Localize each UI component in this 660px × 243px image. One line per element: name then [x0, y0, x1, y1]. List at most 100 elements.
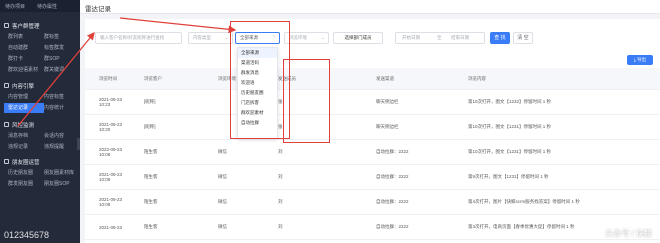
end-date[interactable]: 结束日期 [451, 33, 469, 43]
cell-channel: 自动拉群：2222 [376, 149, 409, 154]
env-select[interactable]: 浏览环境 ⌄ [284, 32, 329, 44]
cell-channel: 自动拉群：2222 [376, 174, 409, 179]
cell-member: 刘 [278, 174, 283, 179]
sidebar-item[interactable]: 内容管理 [8, 93, 44, 100]
sidebar-section-moments[interactable]: 朋友圈运营 [0, 156, 80, 167]
export-button[interactable]: ⤓ 导出 [627, 55, 653, 65]
main-card: 输入客户名称/好友昵称进行查找 内容类型 ⌄ 全部来源 ⌃ 浏览环境 ⌄ 选择部门成员… [85, 19, 660, 243]
col-view-time: 浏览时间 [99, 75, 117, 81]
start-date[interactable]: 开始日期 [402, 33, 420, 43]
sidebar-item[interactable]: 违规提醒 [44, 143, 80, 150]
table-header: 浏览时间 浏览客户 浏览环境 发送成员 发送渠道 浏览内容 [85, 68, 660, 90]
chevron-down-icon: ⌄ [320, 35, 325, 41]
cell-date: 2021-09-23 [99, 224, 123, 230]
sidebar-item-todo-attr[interactable]: 待办属性 [37, 3, 57, 10]
sidebar-item[interactable]: 内容统计 [44, 104, 80, 111]
chevron-down-icon: ⌄ [224, 35, 229, 41]
search-input[interactable]: 输入客户名称/好友昵称进行查找 [95, 32, 182, 44]
sidebar-item-radar-active[interactable]: 雷达记录 [4, 102, 44, 113]
group-icon [4, 23, 9, 28]
cell-channel: 自动拉群：2222 [376, 224, 409, 229]
table-row[interactable]: 2021-09-23 10:08 陌生客 微信 刘 自动拉群：2222 第4次打开，图片【快… [85, 190, 660, 215]
search-button[interactable]: 查 找 [490, 32, 510, 44]
cell-content: 第4次打开，图片【快鲸scrm服务找答案】停留时间 1 秒 [468, 199, 580, 204]
col-customer: 浏览客户 [144, 75, 162, 81]
sidebar-collapse-handle[interactable] [77, 138, 80, 150]
cell-view-time: 2021-09-23 10:20 [85, 122, 144, 132]
cell-time: 10:08 [99, 177, 111, 182]
sidebar-item[interactable]: 群关键词 [44, 66, 80, 73]
cell-view-time: 2021-09-23 10:08 [85, 172, 144, 182]
sidebar-item-todo-project[interactable]: 待办项目 [5, 3, 25, 10]
sidebar-item[interactable]: 群发朋友圈 [8, 180, 44, 187]
moments-icon [4, 159, 9, 164]
sidebar-item[interactable]: 群列表 [8, 33, 44, 40]
date-range-picker[interactable]: 开始日期 至 结束日期 [395, 32, 485, 44]
sidebar-item[interactable]: 群欢迎语素材 [8, 66, 44, 73]
cell-env: 微信 [218, 199, 227, 204]
cell-env: 微信 [218, 149, 227, 154]
cell-content: 第10次打开，图文【1231】停留时间 1 秒 [468, 149, 552, 154]
cell-member: 刘 [278, 224, 283, 229]
cell-channel: 聊天侧边栏 [376, 99, 399, 104]
sidebar: 待办项目 待办属性 客户群管理 群列表 群标签 自动建群 标签群发 群打卡 群SOP … [0, 0, 80, 243]
cell-view-time: 2021-09-23 10:08 [85, 197, 144, 207]
sidebar-item[interactable]: 群标签 [44, 33, 80, 40]
sidebar-item[interactable]: 历史朋友圈 [8, 169, 44, 176]
cell-customer: 陌生客 [144, 199, 158, 204]
annotation-box-channel [230, 21, 290, 139]
cell-content: 第10次打开，图文【1232】停留时间 1 秒 [468, 99, 552, 104]
tab-radar-record[interactable]: 雷达记录 [85, 3, 111, 13]
cell-channel: 自动拉群：2222 [376, 199, 409, 204]
sidebar-section-group[interactable]: 客户群管理 [0, 20, 80, 31]
topbar: 雷达记录 [80, 0, 660, 14]
cell-member: 刘 [278, 149, 283, 154]
cell-content: 第9次打开，图文【1231】停留时间 1 秒 [468, 174, 549, 179]
cell-customer: [昵称] [144, 124, 156, 129]
watermark-left: 012345678 [4, 230, 50, 240]
cell-customer: [昵称] [144, 99, 156, 104]
cell-time: 10:08 [99, 152, 111, 157]
content-type-select[interactable]: 内容类型 ⌄ [188, 32, 233, 44]
cell-time: 10:20 [99, 127, 111, 132]
shield-icon [4, 122, 9, 127]
sidebar-top: 待办项目 待办属性 [0, 0, 80, 12]
cell-view-time: 2021-09-23 10:23 [85, 97, 144, 107]
cell-time: 10:23 [99, 102, 111, 107]
sidebar-item[interactable]: 朋友圈素材库 [44, 169, 80, 176]
content-icon [4, 83, 9, 88]
sidebar-item[interactable]: 群SOP [44, 55, 80, 62]
cell-member: 刘 [278, 199, 283, 204]
col-channel: 发送渠道 [376, 75, 394, 81]
cell-view-time: 2022-09-23 10:08 [85, 147, 144, 157]
clear-button[interactable]: 清 空 [513, 32, 533, 44]
cell-channel: 聊天侧边栏 [376, 124, 399, 129]
cell-content: 第10次打开，图文【1231】停留时间 1 秒 [468, 124, 552, 129]
sidebar-item[interactable]: 标签群发 [44, 44, 80, 51]
records-table: 浏览时间 浏览客户 浏览环境 发送成员 发送渠道 浏览内容 2021-09-23… [85, 68, 660, 240]
cell-customer: 陌生客 [144, 149, 158, 154]
date-separator: 至 [437, 35, 442, 40]
sidebar-section-risk[interactable]: 风控监测 [0, 119, 80, 130]
watermark-right: 头条号 / 快鲸 [605, 229, 652, 238]
table-row[interactable]: 2021-09-23 10:23 [昵称] 张聊天侧边栏 第10次打开，图文【1232】… [85, 90, 660, 115]
sidebar-item[interactable]: 自动建群 [8, 44, 44, 51]
col-content: 浏览内容 [468, 75, 486, 81]
cell-env: 微信 [218, 174, 227, 179]
cell-view-time: 2021-09-23 [85, 225, 144, 230]
table-row[interactable]: 2022-09-23 10:08 陌生客 微信 刘 自动拉群：2222 第10次打开，图文【… [85, 140, 660, 165]
annotation-box-column [283, 59, 330, 143]
sidebar-section-content[interactable]: 内容引擎 [0, 80, 80, 91]
dept-member-button[interactable]: 选择部门成员 [333, 32, 383, 44]
sidebar-item[interactable]: 会话内容 [44, 132, 80, 139]
table-row[interactable]: 2021-09-23 10:20 [昵称] 张聊天侧边栏 第10次打开，图文【1231】… [85, 115, 660, 140]
cell-time: 10:08 [99, 202, 111, 207]
sidebar-item[interactable]: 内容标签 [44, 93, 80, 100]
sidebar-item[interactable]: 群打卡 [8, 55, 44, 62]
sidebar-item[interactable]: 消息存档 [8, 132, 44, 139]
sidebar-item[interactable]: 朋友圈SOP [44, 180, 80, 187]
sidebar-item[interactable]: 违规记录 [8, 143, 44, 150]
table-row[interactable]: 2021-09-23 陌生客 微信刘自动拉群：2222 第3次打开，电商页面【春季优惠… [85, 215, 660, 240]
table-row[interactable]: 2021-09-23 10:08 陌生客 微信 刘 自动拉群：2222 第9次打开，图文【1… [85, 165, 660, 190]
cell-env: 微信 [218, 224, 227, 229]
